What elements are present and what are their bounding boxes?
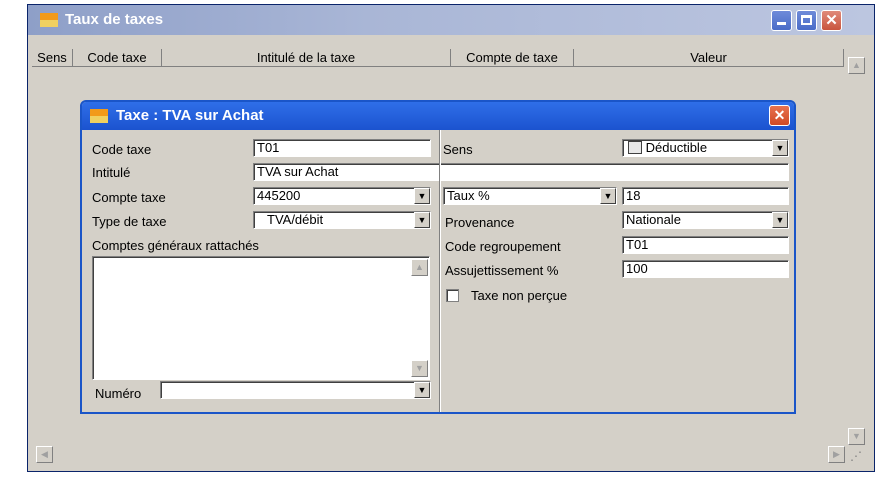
sens-value: Déductible xyxy=(645,140,708,155)
provenance-value: Nationale xyxy=(626,212,681,227)
label-comptes-generaux: Comptes généraux rattachés xyxy=(92,238,259,253)
vertical-divider xyxy=(439,130,441,412)
app-window-icon xyxy=(90,109,108,123)
maximize-button[interactable] xyxy=(796,10,817,31)
outer-window-title: Taux de taxes xyxy=(65,11,164,28)
close-button[interactable]: ✕ xyxy=(821,10,842,31)
chevron-down-icon[interactable]: ▼ xyxy=(600,188,616,204)
label-compte-taxe: Compte taxe xyxy=(92,190,166,205)
maximize-icon xyxy=(801,15,812,25)
resize-grip-icon[interactable]: ⋰ xyxy=(850,449,864,463)
scroll-right-button[interactable]: ▶ xyxy=(828,446,845,463)
label-numero: Numéro xyxy=(95,386,142,401)
provenance-select[interactable]: Nationale ▼ xyxy=(622,211,789,229)
scroll-left-button[interactable]: ◀ xyxy=(36,446,53,463)
label-type-taxe: Type de taxe xyxy=(92,214,167,229)
document-stack-icon xyxy=(628,141,642,154)
column-header-valeur[interactable]: Valeur xyxy=(574,49,844,67)
chevron-down-icon[interactable]: ▼ xyxy=(414,188,430,204)
close-icon: ✕ xyxy=(825,12,838,29)
chevron-down-icon[interactable]: ▼ xyxy=(772,212,788,228)
chevron-down-icon[interactable]: ▼ xyxy=(414,212,430,228)
comptes-generaux-list[interactable]: ▲ ▼ xyxy=(92,256,430,380)
chevron-down-icon[interactable]: ▼ xyxy=(414,382,430,398)
compte-taxe-value: 445200 xyxy=(257,188,301,203)
label-sens: Sens xyxy=(443,142,473,157)
numero-select[interactable]: ▼ xyxy=(160,381,431,399)
column-header-code-taxe[interactable]: Code taxe xyxy=(73,49,162,67)
sens-select[interactable]: Déductible ▼ xyxy=(622,139,789,157)
compte-taxe-select[interactable]: 445200 ▼ xyxy=(253,187,431,205)
chevron-down-icon[interactable]: ▼ xyxy=(772,140,788,156)
taxe-non-percue-checkbox[interactable] xyxy=(446,289,459,302)
intitule-input[interactable]: TVA sur Achat xyxy=(253,163,789,181)
label-provenance: Provenance xyxy=(445,215,515,230)
minimize-button[interactable] xyxy=(771,10,792,31)
type-taxe-select[interactable]: TVA/débit ▼ xyxy=(253,211,431,229)
label-taxe-non-percue: Taxe non perçue xyxy=(471,288,568,303)
scroll-down-button[interactable]: ▼ xyxy=(848,428,865,445)
taux-value-input[interactable]: 18 xyxy=(622,187,789,205)
tax-dialog: Taxe : TVA sur Achat ✕ Code taxe T01 Int… xyxy=(80,100,796,414)
taux-type-value: Taux % xyxy=(447,188,490,203)
dialog-close-button[interactable]: ✕ xyxy=(769,105,790,126)
dialog-title: Taxe : TVA sur Achat xyxy=(116,107,264,124)
close-icon: ✕ xyxy=(773,107,786,123)
type-taxe-value: TVA/débit xyxy=(267,212,324,227)
column-header-compte[interactable]: Compte de taxe xyxy=(451,49,574,67)
scroll-up-button[interactable]: ▲ xyxy=(848,57,865,74)
minimize-icon xyxy=(777,22,786,25)
column-header-intitule[interactable]: Intitulé de la taxe xyxy=(162,49,451,67)
code-taxe-input[interactable]: T01 xyxy=(253,139,431,157)
outer-titlebar[interactable]: Taux de taxes ✕ xyxy=(28,5,874,35)
column-header-sens[interactable]: Sens xyxy=(32,49,73,67)
taux-type-select[interactable]: Taux % ▼ xyxy=(443,187,617,205)
dialog-titlebar[interactable]: Taxe : TVA sur Achat ✕ xyxy=(82,102,794,130)
label-code-taxe: Code taxe xyxy=(92,142,152,157)
list-scroll-down-button[interactable]: ▼ xyxy=(411,360,428,377)
label-code-regroupement: Code regroupement xyxy=(445,239,561,254)
label-intitule: Intitulé xyxy=(92,165,131,180)
list-scroll-up-button[interactable]: ▲ xyxy=(411,259,428,276)
app-window-icon xyxy=(40,13,58,27)
label-assujettissement: Assujettissement % xyxy=(445,263,559,278)
code-regroupement-input[interactable]: T01 xyxy=(622,236,789,254)
assujettissement-input[interactable]: 100 xyxy=(622,260,789,278)
